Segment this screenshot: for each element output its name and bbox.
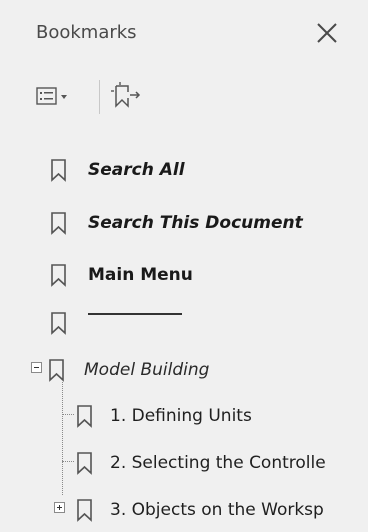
list-options-icon[interactable] bbox=[36, 86, 72, 108]
toolbar-separator bbox=[99, 80, 100, 114]
new-bookmark-icon[interactable] bbox=[108, 80, 142, 112]
bookmark-selecting-controller[interactable]: 2. Selecting the Controlle bbox=[0, 445, 368, 485]
bookmark-label: 2. Selecting the Controlle bbox=[110, 453, 326, 473]
bookmark-label: 1. Defining Units bbox=[110, 406, 252, 426]
bookmark-icon bbox=[76, 404, 94, 428]
bookmark-objects-on-workspace[interactable]: 3. Objects on the Worksp bbox=[0, 492, 368, 532]
bookmark-icon bbox=[76, 498, 94, 522]
bookmark-defining-units[interactable]: 1. Defining Units bbox=[0, 398, 368, 438]
close-icon[interactable] bbox=[314, 20, 340, 46]
bookmark-label: Model Building bbox=[84, 360, 210, 380]
bookmark-search-this-document[interactable]: Search This Document bbox=[0, 203, 368, 243]
bookmarks-panel: Bookmarks Search All Search This Documen… bbox=[0, 0, 368, 531]
bookmark-icon bbox=[50, 263, 68, 287]
bookmark-model-building[interactable]: Model Building bbox=[0, 352, 368, 392]
bookmark-label: Main Menu bbox=[88, 265, 193, 285]
bookmark-icon bbox=[76, 451, 94, 475]
bookmark-icon bbox=[48, 358, 66, 382]
bookmark-label: Search All bbox=[88, 160, 185, 180]
separator-line bbox=[88, 313, 182, 315]
bookmark-main-menu[interactable]: Main Menu bbox=[0, 255, 368, 295]
bookmark-icon bbox=[50, 158, 68, 182]
bookmark-search-all[interactable]: Search All bbox=[0, 150, 368, 190]
bookmark-icon bbox=[50, 311, 68, 335]
bookmark-label: 3. Objects on the Worksp bbox=[110, 500, 324, 520]
panel-title: Bookmarks bbox=[36, 22, 137, 43]
bookmark-icon bbox=[50, 211, 68, 235]
bookmark-label: Search This Document bbox=[88, 213, 303, 233]
bookmark-separator[interactable] bbox=[0, 305, 368, 345]
